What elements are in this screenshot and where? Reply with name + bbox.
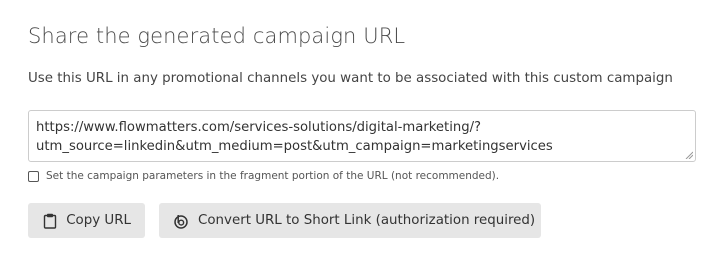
clipboard-icon — [42, 213, 57, 229]
url-text-line-1: https://www.flowmatters.com/services-sol… — [36, 120, 482, 135]
resize-handle-icon[interactable] — [685, 151, 693, 159]
url-text-line-2: utm_source=linkedin&utm_medium=post&utm_… — [36, 139, 553, 154]
copy-url-button[interactable]: Copy URL — [28, 203, 145, 238]
convert-short-link-label: Convert URL to Short Link (authorization… — [198, 213, 536, 228]
fragment-option-row[interactable]: Set the campaign parameters in the fragm… — [28, 170, 499, 182]
fragment-checkbox-label[interactable]: Set the campaign parameters in the fragm… — [46, 170, 499, 182]
bitly-icon — [173, 213, 189, 229]
section-heading: Share the generated campaign URL — [28, 24, 406, 48]
copy-url-label: Copy URL — [66, 213, 131, 228]
section-description: Use this URL in any promotional channels… — [28, 71, 673, 86]
convert-short-link-button[interactable]: Convert URL to Short Link (authorization… — [159, 203, 541, 238]
generated-url-textarea[interactable]: https://www.flowmatters.com/services-sol… — [28, 110, 696, 162]
fragment-checkbox[interactable] — [28, 170, 39, 182]
